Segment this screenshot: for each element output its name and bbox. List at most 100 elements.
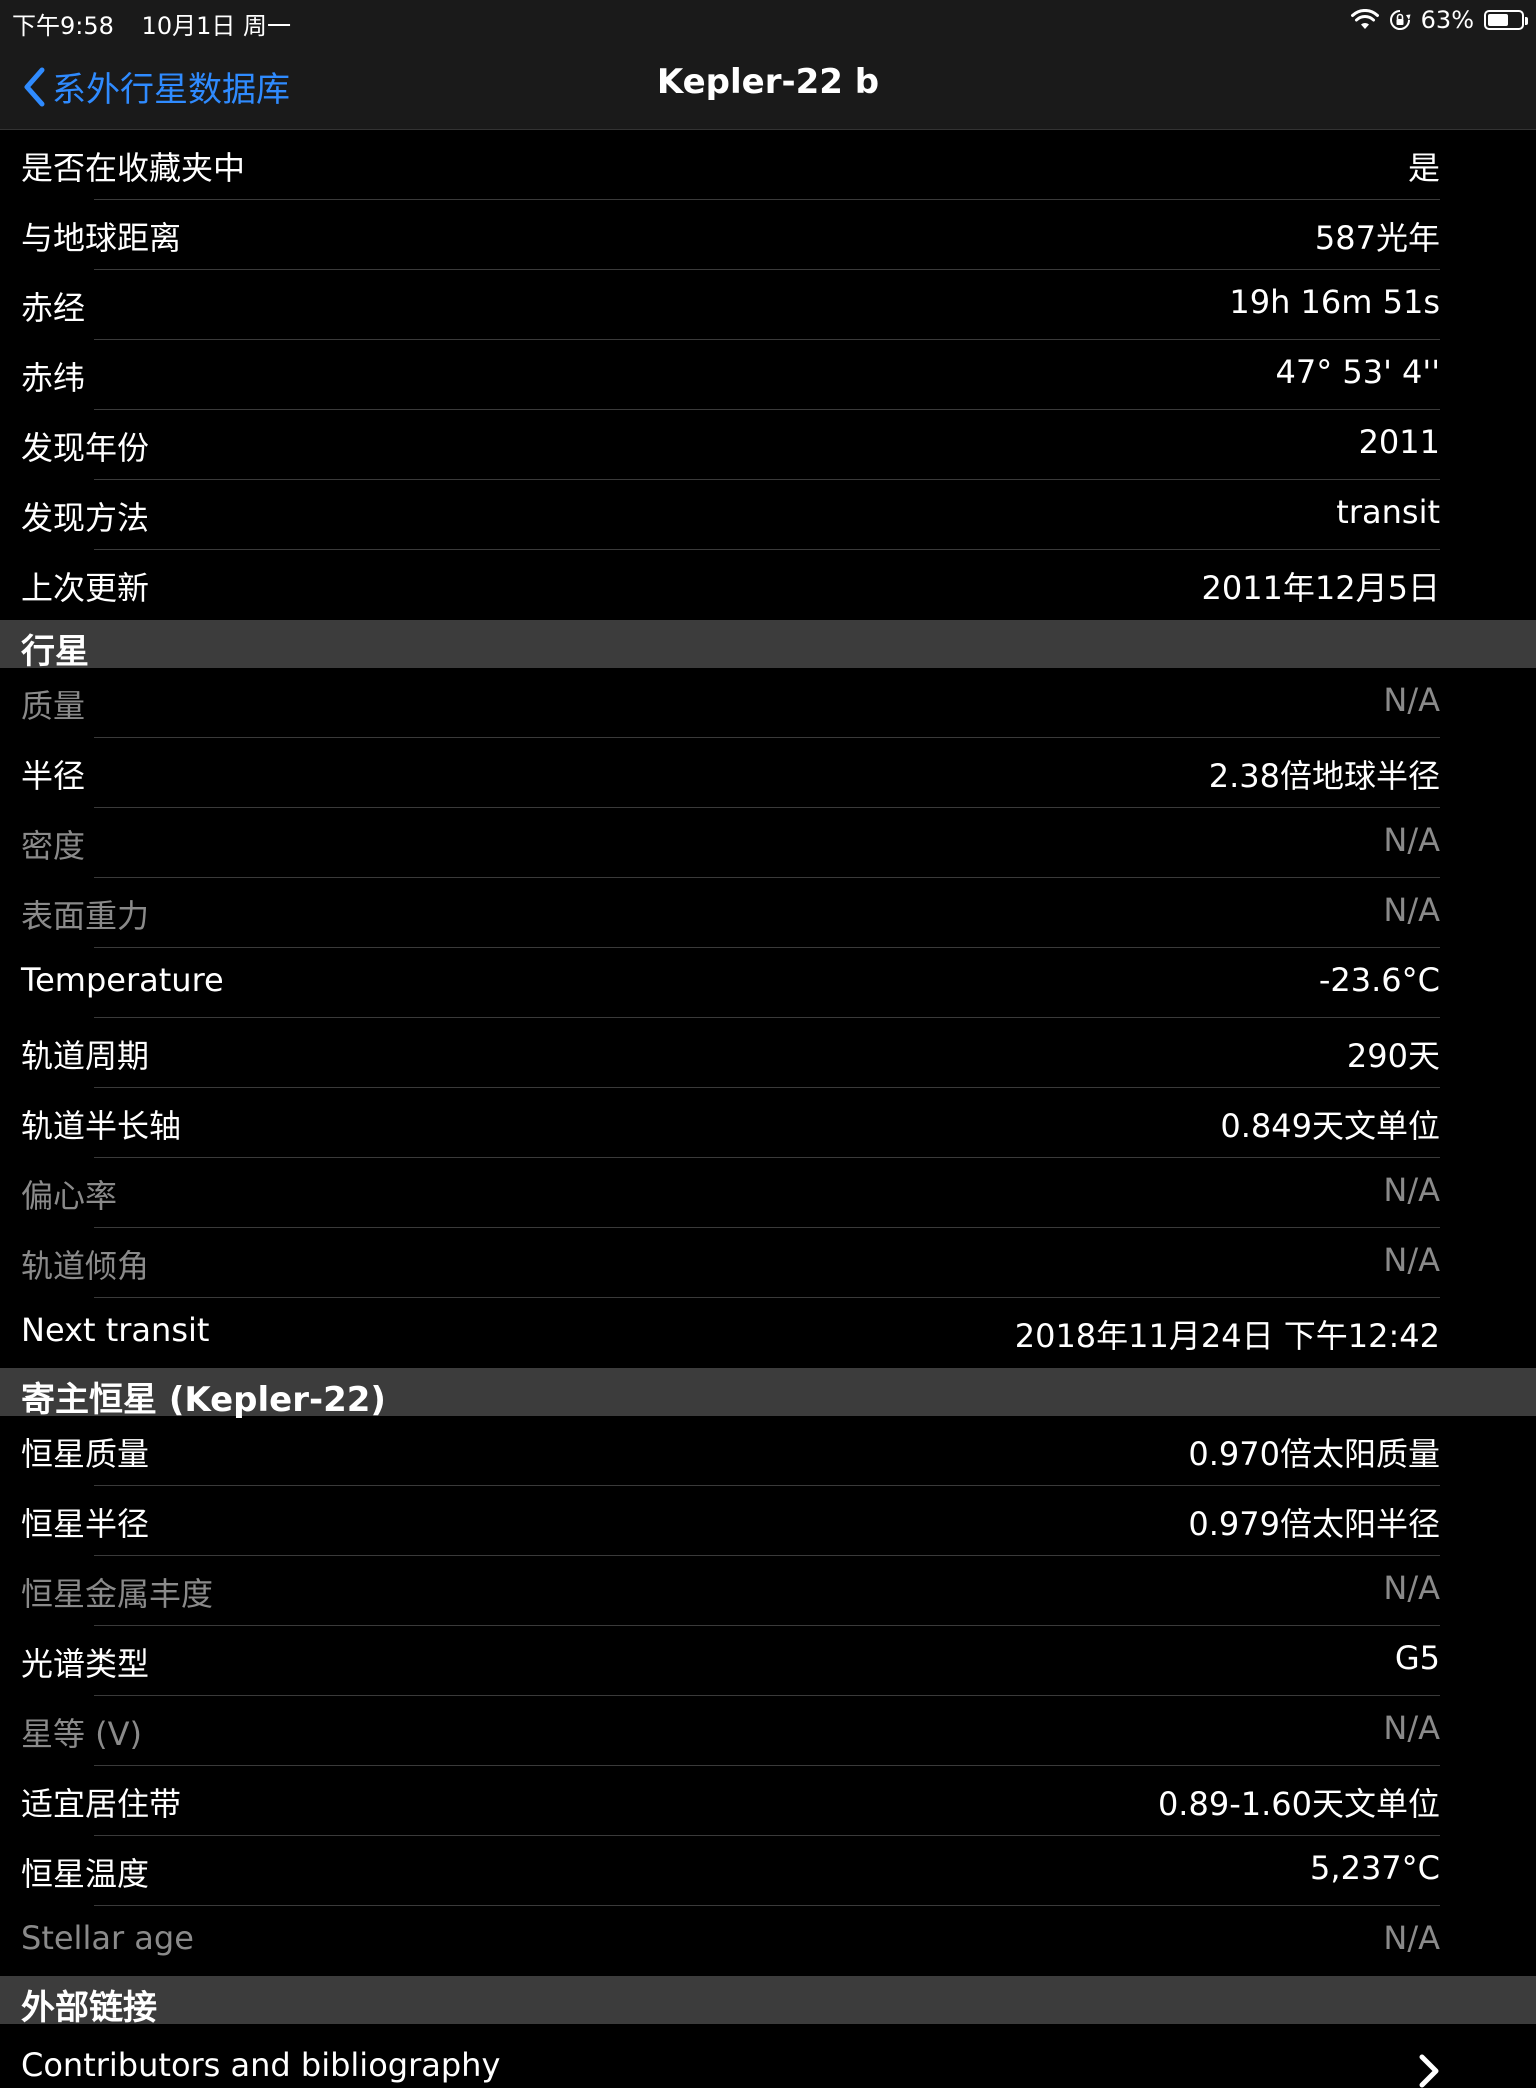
row-label: 恒星温度 xyxy=(21,1855,150,1893)
row-value: N/A xyxy=(1383,1569,1440,1607)
general-section: 是否在收藏夹中 是与地球距离 587光年赤经 19h 16m 51s 赤纬 47° 53'… xyxy=(0,130,1536,620)
list-item[interactable]: 赤纬 47° 53' 4'' xyxy=(0,340,1536,410)
row-value: 2018年11月24日 下午12:42 xyxy=(1014,1317,1440,1355)
status-left: 下午9:58 10月1日 周一 xyxy=(12,6,311,41)
rotation-lock-icon xyxy=(1389,10,1411,30)
section-header-external-links: 外部链接 xyxy=(0,1976,1536,2028)
page-title: Kepler-22 b xyxy=(656,62,880,102)
wifi-icon xyxy=(1350,9,1379,29)
planet-section: 质量 N/A 半径 2.38倍地球半径密度 N/A 表面重力 N/A Temperature -… xyxy=(0,668,1536,1368)
list-item[interactable]: Stellar age N/A xyxy=(0,1906,1536,1976)
row-label: 是否在收藏夹中 xyxy=(21,149,246,187)
row-value: -23.6°C xyxy=(1318,961,1440,999)
contributors-link-row[interactable]: Contributors and bibliography xyxy=(0,2024,1536,2088)
row-value: 2011 xyxy=(1358,423,1440,461)
row-value: 587光年 xyxy=(1314,219,1440,257)
link-label: Contributors and bibliography xyxy=(21,2046,501,2084)
status-right: 63% xyxy=(1350,6,1528,34)
list-item[interactable]: 密度 N/A xyxy=(0,808,1536,878)
status-date: 10月1日 周一 xyxy=(141,12,291,40)
row-label: 密度 xyxy=(21,827,86,865)
row-label: 轨道周期 xyxy=(21,1037,150,1075)
list-item[interactable]: 与地球距离 587光年 xyxy=(0,200,1536,270)
row-label: Next transit xyxy=(21,1311,210,1349)
status-bar: 下午9:58 10月1日 周一 63% xyxy=(0,0,1536,40)
list-item[interactable]: 发现方法 transit xyxy=(0,480,1536,550)
battery-percent: 63% xyxy=(1420,6,1474,34)
row-value: N/A xyxy=(1383,1171,1440,1209)
row-label: 表面重力 xyxy=(21,897,150,935)
row-value: 0.849天文单位 xyxy=(1220,1107,1440,1145)
section-title: 行星 xyxy=(21,632,89,672)
list-item[interactable]: 轨道周期 290天 xyxy=(0,1018,1536,1088)
list-item[interactable]: 适宜居住带 0.89-1.60天文单位 xyxy=(0,1766,1536,1836)
list-item[interactable]: 上次更新 2011年12月5日 xyxy=(0,550,1536,620)
row-label: 半径 xyxy=(21,757,86,795)
row-value: 5,237°C xyxy=(1310,1849,1440,1887)
row-value: 0.970倍太阳质量 xyxy=(1188,1435,1440,1473)
row-label: 与地球距离 xyxy=(21,219,182,257)
row-label: 星等 (V) xyxy=(21,1715,143,1753)
row-label: 恒星质量 xyxy=(21,1435,150,1473)
row-value: 0.89-1.60天文单位 xyxy=(1157,1785,1440,1823)
row-value: 47° 53' 4'' xyxy=(1275,353,1440,391)
list-item[interactable]: 表面重力 N/A xyxy=(0,878,1536,948)
row-value: 2.38倍地球半径 xyxy=(1208,757,1440,795)
row-value: N/A xyxy=(1383,681,1440,719)
row-value: G5 xyxy=(1394,1639,1440,1677)
row-label: 发现方法 xyxy=(21,499,150,537)
list-item[interactable]: 恒星温度 5,237°C xyxy=(0,1836,1536,1906)
row-label: Stellar age xyxy=(21,1919,194,1957)
list-item[interactable]: Temperature -23.6°C xyxy=(0,948,1536,1018)
section-title: 外部链接 xyxy=(21,1988,157,2028)
row-value: N/A xyxy=(1383,1919,1440,1957)
row-label: 轨道倾角 xyxy=(21,1247,150,1285)
battery-level xyxy=(1488,14,1508,26)
list-item[interactable]: 半径 2.38倍地球半径 xyxy=(0,738,1536,808)
row-label: 轨道半长轴 xyxy=(21,1107,182,1145)
section-header-planet: 行星 xyxy=(0,620,1536,672)
status-time: 下午9:58 xyxy=(12,12,114,40)
row-value: N/A xyxy=(1383,1709,1440,1747)
row-value: N/A xyxy=(1383,821,1440,859)
list-item[interactable]: 轨道半长轴 0.849天文单位 xyxy=(0,1088,1536,1158)
row-label: 恒星金属丰度 xyxy=(21,1575,214,1613)
row-value: 2011年12月5日 xyxy=(1201,569,1440,607)
list-item[interactable]: 轨道倾角 N/A xyxy=(0,1228,1536,1298)
row-label: 恒星半径 xyxy=(21,1505,150,1543)
row-label: 上次更新 xyxy=(21,569,150,607)
chevron-right-icon xyxy=(1419,2054,1439,2088)
list-item[interactable]: 质量 N/A xyxy=(0,668,1536,738)
detail-list[interactable]: 是否在收藏夹中 是与地球距离 587光年赤经 19h 16m 51s 赤纬 47° 53'… xyxy=(0,130,1536,2088)
row-value: 是 xyxy=(1407,149,1440,187)
row-label: 适宜居住带 xyxy=(21,1785,182,1823)
row-label: 偏心率 xyxy=(21,1177,118,1215)
list-item[interactable]: 恒星半径 0.979倍太阳半径 xyxy=(0,1486,1536,1556)
row-label: Temperature xyxy=(21,961,224,999)
list-item[interactable]: 是否在收藏夹中 是 xyxy=(0,130,1536,200)
row-label: 光谱类型 xyxy=(21,1645,150,1683)
list-item[interactable]: 赤经 19h 16m 51s xyxy=(0,270,1536,340)
battery-icon xyxy=(1484,10,1528,30)
navigation-bar: 系外行星数据库 Kepler-22 b xyxy=(0,40,1536,130)
list-item[interactable]: 发现年份 2011 xyxy=(0,410,1536,480)
row-label: 赤经 xyxy=(21,289,86,327)
list-item[interactable]: Next transit 2018年11月24日 下午12:42 xyxy=(0,1298,1536,1368)
list-item[interactable]: 光谱类型 G5 xyxy=(0,1626,1536,1696)
row-value: N/A xyxy=(1383,891,1440,929)
section-title: 寄主恒星 (Kepler-22) xyxy=(21,1380,386,1420)
list-item[interactable]: 星等 (V) N/A xyxy=(0,1696,1536,1766)
row-label: 发现年份 xyxy=(21,429,150,467)
list-item[interactable]: 恒星金属丰度 N/A xyxy=(0,1556,1536,1626)
section-header-host-star: 寄主恒星 (Kepler-22) xyxy=(0,1368,1536,1420)
row-value: 290天 xyxy=(1346,1037,1440,1075)
row-value: transit xyxy=(1336,493,1440,531)
row-value: 19h 16m 51s xyxy=(1229,283,1440,321)
list-item[interactable]: 恒星质量 0.970倍太阳质量 xyxy=(0,1416,1536,1486)
list-item[interactable]: 偏心率 N/A xyxy=(0,1158,1536,1228)
row-value: N/A xyxy=(1383,1241,1440,1279)
host-star-section: 恒星质量 0.970倍太阳质量恒星半径 0.979倍太阳半径恒星金属丰度 N/A 光谱类… xyxy=(0,1416,1536,1976)
row-value: 0.979倍太阳半径 xyxy=(1188,1505,1440,1543)
row-label: 质量 xyxy=(21,687,86,725)
row-label: 赤纬 xyxy=(21,359,86,397)
